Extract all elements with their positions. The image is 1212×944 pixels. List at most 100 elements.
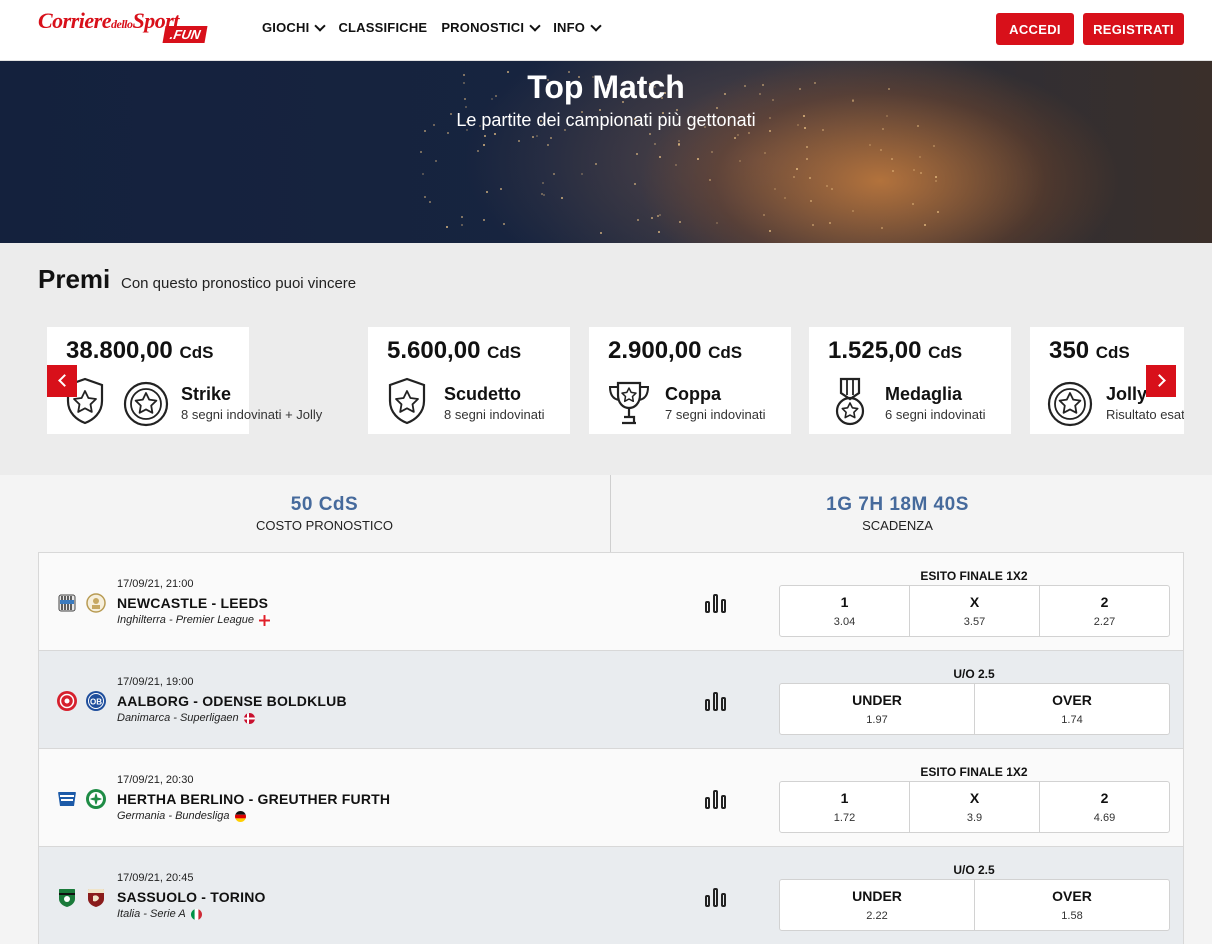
stats-bars-icon[interactable]	[705, 691, 729, 711]
spark-dot	[542, 181, 545, 184]
spark-dot	[696, 158, 699, 161]
odd-sign: 1	[840, 790, 849, 806]
spark-dot	[932, 144, 935, 147]
prize-description: 7 segni indovinati	[665, 407, 766, 422]
logo-text-main: Corriere	[38, 8, 112, 33]
nav-label: GIOCHI	[262, 20, 310, 35]
odd-sign: 1	[840, 594, 849, 610]
prediction-info-bar: 50 CdS COSTO PRONOSTICO 1G 7H 18M 40S SC…	[38, 475, 1184, 552]
cost-box: 50 CdS COSTO PRONOSTICO	[38, 475, 611, 552]
market-title: U/O 2.5	[953, 863, 995, 877]
match-datetime: 17/09/21, 20:45	[117, 872, 194, 884]
germany-flag-icon	[234, 810, 246, 822]
odd-button-over[interactable]: OVER 1.58	[975, 880, 1169, 930]
nav-info[interactable]: INFO	[553, 19, 602, 35]
spark-dot	[879, 148, 882, 151]
nav-label: INFO	[553, 20, 586, 35]
market-title: ESITO FINALE 1X2	[920, 569, 1028, 583]
spark-dot	[636, 218, 639, 221]
spark-dot	[869, 143, 872, 146]
spark-dot	[716, 221, 719, 224]
spark-dot	[500, 187, 503, 190]
spark-dot	[913, 169, 916, 172]
spark-dot	[648, 133, 651, 136]
spark-dot	[918, 155, 921, 158]
main-nav: GIOCHI CLASSIFICHE PRONOSTICI INFO	[262, 19, 614, 35]
spark-dot	[482, 144, 485, 147]
spark-dot	[482, 219, 485, 222]
odd-button-1[interactable]: 1 3.04	[780, 586, 910, 636]
market-title: ESITO FINALE 1X2	[920, 765, 1028, 779]
prize-card-scudetto: 5.600,00 CdS Scudetto 8 segni indovinati	[368, 327, 570, 434]
site-logo[interactable]: CorrieredelloSport .FUN	[38, 6, 218, 52]
hertha-crest-icon	[58, 792, 76, 806]
prize-description: 6 segni indovinati	[885, 407, 986, 422]
odd-button-x[interactable]: X 3.57	[910, 586, 1040, 636]
nav-pronostici[interactable]: PRONOSTICI	[441, 19, 541, 35]
greuther-furth-crest-icon	[86, 789, 106, 809]
login-button[interactable]: ACCEDI	[996, 13, 1074, 45]
prize-amount: 38.800,00	[66, 337, 173, 364]
deadline-box: 1G 7H 18M 40S SCADENZA	[611, 475, 1184, 552]
stats-bars-icon[interactable]	[705, 789, 729, 809]
stats-bars-icon[interactable]	[705, 887, 729, 907]
sassuolo-crest-icon	[59, 889, 75, 907]
odd-value: 1.97	[866, 714, 888, 726]
odd-sign: OVER	[1052, 692, 1092, 708]
match-row: OB 17/09/21, 19:00 AALBORG - ODENSE BOLD…	[39, 651, 1183, 749]
register-button[interactable]: REGISTRATI	[1083, 13, 1184, 45]
odds-group: 1 1.72 X 3.9 2 4.69	[779, 781, 1170, 833]
spark-dot	[658, 230, 661, 233]
spark-dot	[502, 222, 505, 225]
prize-card-strike: 38.800,00 CdS Strike 8 segni indovinati …	[47, 327, 322, 434]
spark-dot	[654, 143, 657, 146]
match-teams: NEWCASTLE - LEEDS	[117, 595, 269, 611]
match-league: Italia - Serie A	[117, 908, 186, 920]
odd-value: 1.72	[833, 812, 856, 824]
odd-button-under[interactable]: UNDER 2.22	[780, 880, 975, 930]
odd-button-1[interactable]: 1 1.72	[780, 782, 910, 832]
italy-flag-icon	[190, 908, 202, 920]
spark-dot	[421, 173, 424, 176]
spark-dot	[825, 185, 828, 188]
prize-amount: 2.900,00	[608, 337, 702, 364]
odd-button-2[interactable]: 2 2.27	[1040, 586, 1169, 636]
odd-button-over[interactable]: OVER 1.74	[975, 684, 1169, 734]
prize-currency: CdS	[1095, 343, 1130, 362]
odd-button-under[interactable]: UNDER 1.97	[780, 684, 975, 734]
spark-dot	[424, 195, 427, 198]
prize-currency: CdS	[179, 343, 214, 362]
spark-dot	[536, 135, 539, 138]
spark-dot	[460, 216, 463, 218]
odd-button-x[interactable]: X 3.9	[910, 782, 1040, 832]
carousel-next-button[interactable]	[1146, 365, 1176, 397]
nav-classifiche[interactable]: CLASSIFICHE	[338, 20, 427, 35]
odds-group: UNDER 1.97 OVER 1.74	[779, 683, 1170, 735]
spark-dot	[636, 153, 639, 156]
odd-button-2[interactable]: 2 4.69	[1040, 782, 1169, 832]
prize-name: Coppa	[665, 384, 721, 404]
stats-bars-icon[interactable]	[705, 593, 729, 613]
deadline-countdown: 1G 7H 18M 40S	[826, 494, 969, 515]
spark-dot	[552, 172, 555, 175]
carousel-prev-button[interactable]	[47, 365, 77, 397]
nav-giochi[interactable]: GIOCHI	[262, 19, 327, 35]
spark-dot	[934, 175, 937, 178]
prize-description: 8 segni indovinati	[444, 407, 545, 422]
prize-description: Risultato esatto	[1106, 407, 1184, 422]
odd-sign: 2	[1100, 594, 1109, 610]
prize-amount: 350	[1049, 337, 1090, 364]
cost-value: 50 CdS	[290, 494, 359, 515]
prizes-carousel: 38.800,00 CdS Strike 8 segni indovinati …	[38, 327, 1184, 434]
spark-dot	[634, 183, 637, 186]
logo-fun-badge: .FUN	[162, 26, 208, 43]
match-row: 17/09/21, 20:45 SASSUOLO - TORINO Italia…	[39, 847, 1183, 944]
top-header: CorrieredelloSport .FUN GIOCHI CLASSIFIC…	[0, 0, 1212, 61]
spark-dot	[678, 140, 681, 143]
spark-dot	[805, 146, 808, 149]
prize-currency: CdS	[487, 343, 522, 362]
spark-dot	[659, 156, 662, 159]
odd-sign: OVER	[1052, 888, 1092, 904]
spark-dot	[763, 152, 766, 155]
spark-dot	[784, 197, 787, 200]
